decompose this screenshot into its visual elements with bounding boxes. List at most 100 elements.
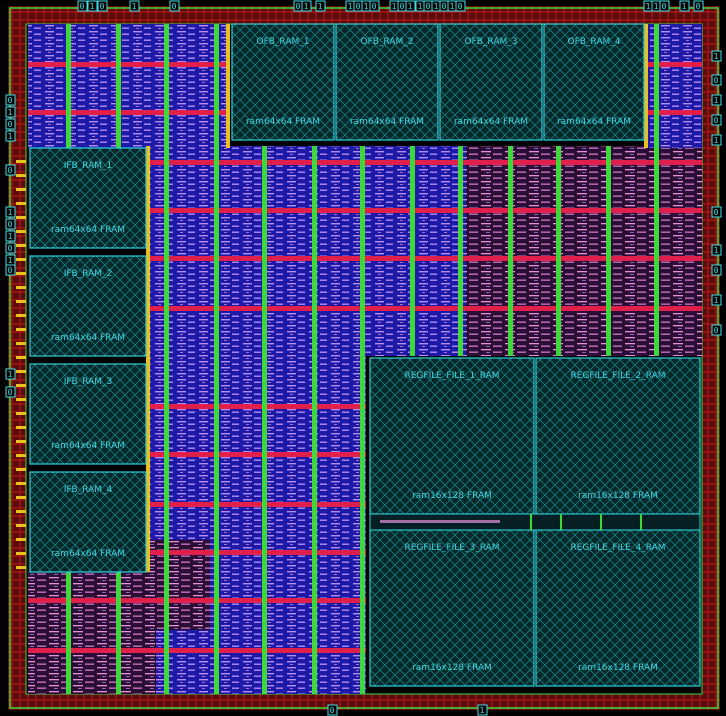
pin-label: 1 [364, 2, 369, 11]
pin-label: 1 [8, 232, 13, 241]
macro-cell-label: ram64x64 FRAM [246, 117, 320, 127]
pin-left: 1 [5, 254, 16, 266]
macro-ifb-ram-3: IFB_RAM_3 ram64x64 FRAM [29, 363, 147, 465]
pin-stub [16, 412, 26, 415]
macro-cell-label: ram16x128 FRAM [412, 663, 492, 673]
macro-instance-label: OFB_RAM_4 [568, 37, 621, 47]
pin-label: 1 [318, 2, 323, 11]
regfile-channel [369, 513, 701, 531]
macro-cell-label: ram64x64 FRAM [51, 549, 125, 559]
pin-right: 1 [711, 134, 722, 146]
pin-stub [16, 468, 26, 471]
pin-top: 0 [659, 0, 670, 12]
pin-label: 1 [8, 208, 13, 217]
pin-label: 0 [8, 220, 13, 229]
pin-label: 1 [654, 2, 659, 11]
pin-stub [16, 454, 26, 457]
pin-right: 0 [711, 264, 722, 276]
pin-stub [16, 300, 26, 303]
pin-label: 0 [714, 326, 719, 335]
pin-stub [16, 496, 26, 499]
chip-layout: OFB_RAM_1 ram64x64 FRAM OFB_RAM_2 ram64x64 … [5, 0, 722, 716]
macro-cell-label: ram64x64 FRAM [51, 441, 125, 451]
pin-right: 1 [711, 94, 722, 106]
pin-top: 0 [369, 0, 380, 12]
pin-left: 1 [5, 230, 16, 242]
pin-stub [16, 160, 26, 163]
pin-top: 0 [169, 0, 180, 12]
pin-label: 1 [304, 2, 309, 11]
pin-label: 1 [450, 2, 455, 11]
macro-ifb-ram-4: IFB_RAM_4 ram64x64 FRAM [29, 471, 147, 573]
macro-cell-label: ram64x64 FRAM [51, 333, 125, 343]
pin-label: 0 [662, 2, 667, 11]
pin-stub [16, 384, 26, 387]
pin-stub [16, 314, 26, 317]
pin-label: 1 [132, 2, 137, 11]
macro-cell-label: ram64x64 FRAM [557, 117, 631, 127]
pin-stub [16, 356, 26, 359]
macro-cell-label: ram16x128 FRAM [578, 663, 658, 673]
macro-instance-label: REGFILE_FILE_1_RAM [404, 371, 499, 381]
layout-canvas: OFB_RAM_1 ram64x64 FRAM OFB_RAM_2 ram64x64 … [0, 0, 726, 716]
macro-instance-label: OFB_RAM_3 [465, 37, 518, 47]
pin-label: 0 [400, 2, 405, 11]
pin-label: 0 [80, 2, 85, 11]
pin-label: 1 [682, 2, 687, 11]
pin-left: 1 [5, 106, 16, 118]
macro-regfile-2: REGFILE_FILE_2_RAM ram16x128 FRAM [535, 357, 701, 515]
pin-stub [16, 174, 26, 177]
macro-instance-label: IFB_RAM_2 [64, 269, 113, 279]
pin-top: 0 [455, 0, 466, 12]
pin-label: 0 [442, 2, 447, 11]
pin-label: 1 [418, 2, 423, 11]
pin-label: 0 [714, 76, 719, 85]
pin-label: 0 [8, 120, 13, 129]
pin-label: 1 [480, 706, 485, 715]
pin-label: 0 [8, 388, 13, 397]
pin-right: 0 [711, 74, 722, 86]
macro-ofb-ram-1: OFB_RAM_1 ram64x64 FRAM [231, 23, 335, 141]
pin-top: 0 [97, 0, 108, 12]
pin-stub [16, 398, 26, 401]
pin-label: 0 [296, 2, 301, 11]
pin-right: 1 [711, 294, 722, 306]
pin-left: 1 [5, 130, 16, 142]
pin-label: 0 [8, 266, 13, 275]
pin-top: 1 [315, 0, 326, 12]
pin-label: 1 [646, 2, 651, 11]
pin-label: 0 [714, 266, 719, 275]
pin-label: 1 [714, 136, 719, 145]
pin-label: 0 [8, 244, 13, 253]
pin-label: 0 [356, 2, 361, 11]
pin-stub [16, 524, 26, 527]
macro-regfile-4: REGFILE_FILE_4_RAM ram16x128 FRAM [535, 529, 701, 687]
pin-stub [16, 370, 26, 373]
macro-regfile-1: REGFILE_FILE_1_RAM ram16x128 FRAM [369, 357, 535, 515]
pin-label: 0 [100, 2, 105, 11]
macro-instance-label: IFB_RAM_3 [64, 377, 113, 387]
pin-label: 1 [714, 52, 719, 61]
macro-regfile-3: REGFILE_FILE_3_RAM ram16x128 FRAM [369, 529, 535, 687]
pin-stub [16, 286, 26, 289]
macro-ifb-ram-2: IFB_RAM_2 ram64x64 FRAM [29, 255, 147, 357]
pin-top: 1 [301, 0, 312, 12]
pin-label: 1 [8, 108, 13, 117]
pin-stub [16, 258, 26, 261]
pin-label: 1 [714, 296, 719, 305]
pin-label: 0 [714, 116, 719, 125]
pin-label: 1 [408, 2, 413, 11]
pin-stub [16, 328, 26, 331]
pin-label: 1 [392, 2, 397, 11]
pin-label: 1 [8, 132, 13, 141]
pin-bottom: 1 [477, 704, 488, 716]
macro-instance-label: IFB_RAM_4 [64, 485, 113, 495]
pin-top: 1 [679, 0, 690, 12]
macro-instance-label: REGFILE_FILE_2_RAM [570, 371, 665, 381]
pin-stub [16, 272, 26, 275]
macro-cell-label: ram64x64 FRAM [51, 225, 125, 235]
pin-label: 1 [348, 2, 353, 11]
pin-top: 0 [77, 0, 88, 12]
pin-left: 1 [5, 368, 16, 380]
macro-cell-label: ram16x128 FRAM [412, 491, 492, 501]
